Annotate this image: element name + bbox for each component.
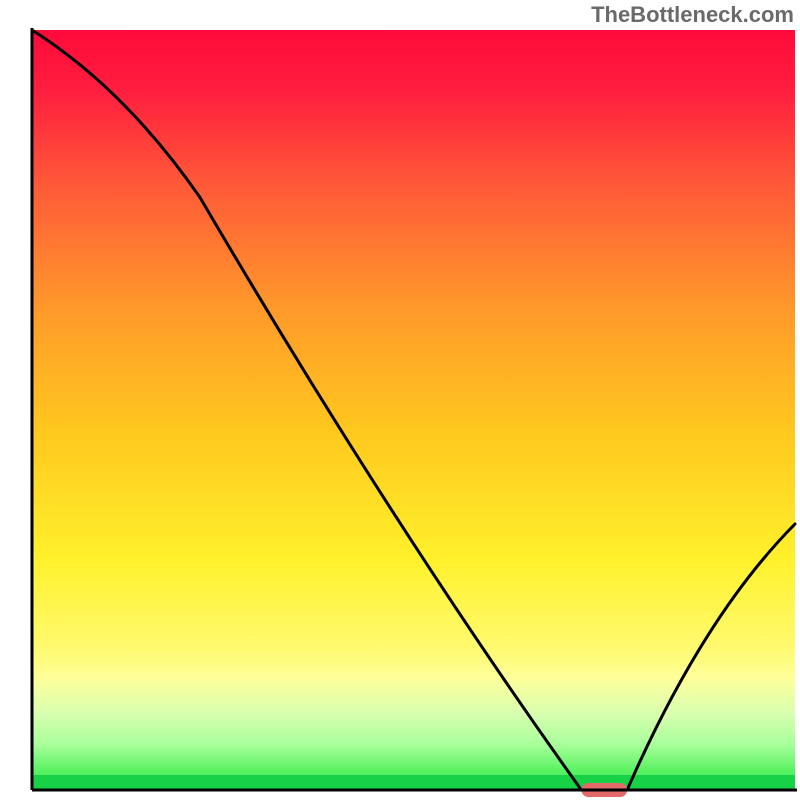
watermark-text: TheBottleneck.com	[591, 2, 794, 28]
chart-container: TheBottleneck.com	[0, 0, 800, 800]
bottleneck-chart	[0, 0, 800, 800]
background-gradient	[32, 30, 795, 790]
